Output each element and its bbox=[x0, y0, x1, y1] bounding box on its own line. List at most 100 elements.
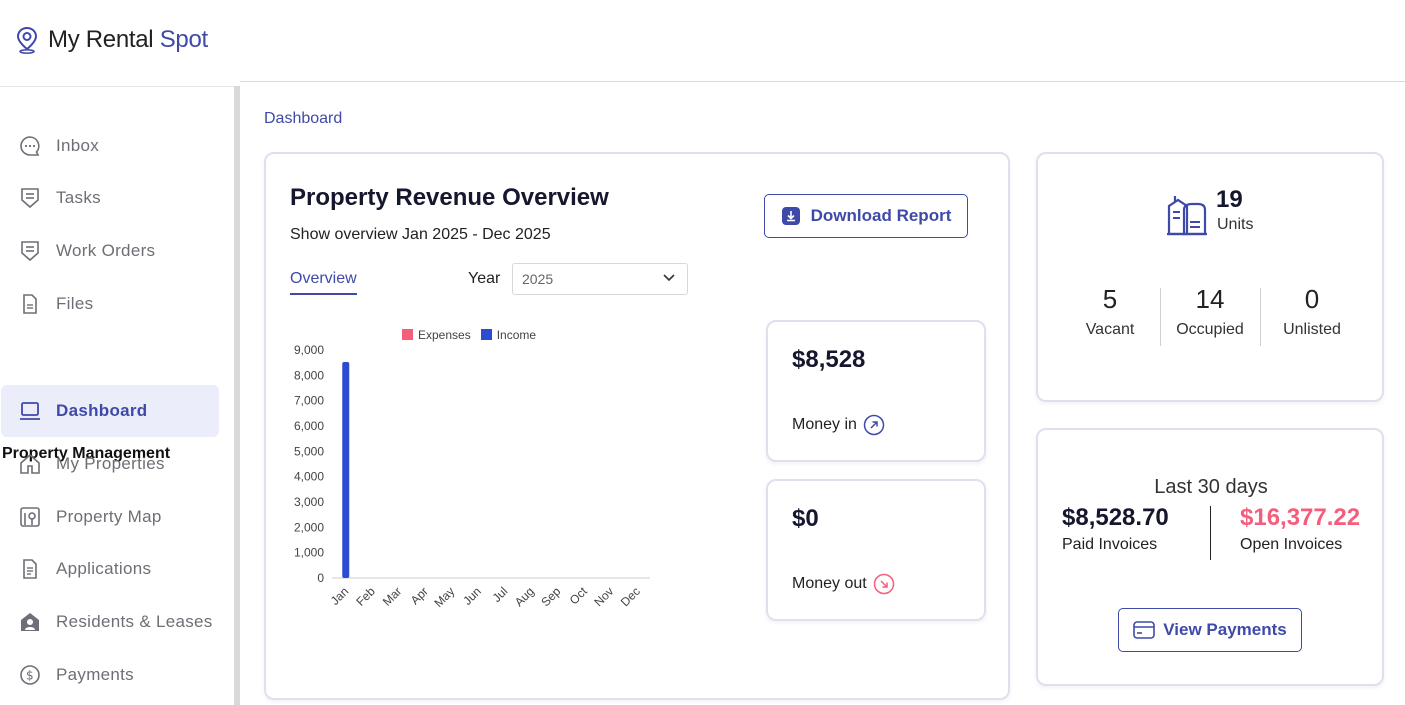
money-out-label: Money out bbox=[792, 575, 867, 592]
sidebar-item-applications[interactable]: Applications bbox=[1, 543, 219, 595]
sidebar-item-tasks[interactable]: Tasks bbox=[1, 172, 219, 224]
sidebar-item-label: Tasks bbox=[56, 188, 101, 207]
home-icon bbox=[20, 453, 40, 474]
x-tick-label: Feb bbox=[353, 584, 378, 609]
y-tick-label: 8,000 bbox=[294, 368, 324, 382]
x-tick-label: Nov bbox=[591, 584, 616, 609]
x-tick-label: Aug bbox=[512, 584, 537, 609]
sidebar-item-label: Property Map bbox=[56, 507, 162, 526]
revenue-title: Property Revenue Overview bbox=[290, 184, 609, 211]
sidebar-item-work-orders[interactable]: Work Orders bbox=[1, 225, 219, 277]
x-tick-label: Sep bbox=[538, 584, 563, 609]
stat-value: 0 bbox=[1304, 284, 1320, 314]
paid-invoices[interactable]: $8,528.70 Paid Invoices bbox=[1062, 504, 1169, 554]
sidebar-item-label: Work Orders bbox=[56, 241, 156, 260]
y-tick-label: 2,000 bbox=[294, 520, 324, 534]
sidebar-item-payments[interactable]: $ Payments bbox=[1, 649, 219, 701]
y-tick-label: 3,000 bbox=[294, 495, 324, 509]
payments-summary-card: Last 30 days $8,528.70 Paid Invoices $16… bbox=[1036, 428, 1384, 686]
header-divider bbox=[240, 81, 1405, 82]
y-tick-label: 9,000 bbox=[294, 343, 324, 357]
money-in-amount: $8,528 bbox=[792, 346, 866, 373]
x-tick-label: Jun bbox=[460, 584, 484, 608]
paid-invoices-label: Paid Invoices bbox=[1062, 536, 1158, 553]
stat-value: 5 bbox=[1102, 284, 1118, 314]
sidebar-item-dashboard[interactable]: Dashboard bbox=[1, 385, 219, 437]
money-out-row: Money out bbox=[792, 573, 895, 595]
payments-period-title: Last 30 days bbox=[1154, 476, 1268, 498]
breadcrumb[interactable]: Dashboard bbox=[264, 110, 342, 128]
download-report-button[interactable]: Download Report bbox=[764, 194, 968, 238]
sidebar-item-files[interactable]: Files bbox=[1, 278, 219, 330]
view-payments-button[interactable]: View Payments bbox=[1118, 608, 1302, 652]
arrow-down-right-icon bbox=[873, 573, 894, 595]
y-tick-label: 6,000 bbox=[294, 419, 324, 433]
y-tick-label: 4,000 bbox=[294, 470, 324, 484]
stat-label: Occupied bbox=[1176, 321, 1244, 338]
sidebar-item-my-properties[interactable]: My Properties bbox=[1, 438, 219, 490]
x-tick-label: Oct bbox=[567, 584, 591, 608]
chevron-down-icon bbox=[663, 274, 675, 282]
stat-value: 14 bbox=[1195, 284, 1225, 314]
sidebar-item-label: Dashboard bbox=[56, 401, 148, 420]
y-tick-label: 5,000 bbox=[294, 444, 324, 458]
brand-name: My Rental bbox=[48, 26, 154, 53]
file-icon bbox=[23, 294, 37, 314]
money-out-card: $0 Money out bbox=[766, 479, 986, 621]
money-in-label: Money in bbox=[792, 416, 857, 433]
stat-label: Vacant bbox=[1085, 321, 1135, 338]
units-label: Units bbox=[1217, 216, 1254, 233]
chart-plot: 0 1,000 2,000 3,000 4,000 5,000 6,000 7,000 8,00… bbox=[294, 343, 650, 610]
task-list-icon bbox=[21, 188, 39, 209]
year-select[interactable]: 2025 bbox=[512, 263, 688, 295]
open-invoices[interactable]: $16,377.22 Open Invoices bbox=[1240, 504, 1360, 554]
sidebar-item-property-map[interactable]: Property Map bbox=[1, 491, 219, 543]
download-report-label: Download Report bbox=[810, 206, 952, 225]
revenue-chart: Expenses Income 0 1,000 2,000 3,000 4,000 5,0… bbox=[274, 320, 674, 620]
sidebar-item-inbox[interactable]: Inbox bbox=[1, 120, 219, 172]
stat-vacant[interactable]: 5 Vacant bbox=[1060, 284, 1160, 339]
money-in-card: $8,528 Money in bbox=[766, 320, 986, 462]
map-icon bbox=[20, 507, 40, 527]
stat-divider bbox=[1260, 288, 1261, 346]
money-out-amount: $0 bbox=[792, 505, 819, 532]
arrow-up-right-icon bbox=[863, 414, 885, 436]
year-select-value: 2025 bbox=[522, 271, 554, 287]
units-card: 19 Units 5 Vacant 14 Occupied 0 Unlisted bbox=[1036, 152, 1384, 402]
view-payments-label: View Payments bbox=[1163, 620, 1287, 639]
x-tick-label: Jul bbox=[490, 584, 511, 605]
open-invoices-value: $16,377.22 bbox=[1240, 504, 1361, 531]
chart-bar-income-jan bbox=[342, 361, 350, 578]
sidebar-scrollbar[interactable] bbox=[234, 86, 240, 705]
sidebar-item-label: Inbox bbox=[56, 136, 100, 155]
dollar-coin-icon: $ bbox=[20, 665, 40, 685]
revenue-subtitle: Show overview Jan 2025 - Dec 2025 bbox=[290, 226, 551, 243]
x-tick-label: Apr bbox=[408, 584, 431, 607]
sidebar-item-residents-leases[interactable]: Residents & Leases bbox=[1, 596, 219, 648]
x-tick-label: Jan bbox=[328, 584, 352, 608]
clipboard-icon bbox=[21, 241, 39, 262]
x-tick-label: May bbox=[431, 584, 457, 610]
money-in-row: Money in bbox=[792, 414, 885, 436]
sidebar: Inbox Tasks Work Orders Files Property M… bbox=[0, 86, 234, 705]
y-tick-label: 0 bbox=[317, 571, 324, 585]
paid-invoices-value: $8,528.70 bbox=[1062, 504, 1169, 531]
sidebar-item-label: Payments bbox=[56, 665, 134, 684]
top-bar: My Rental Spot bbox=[0, 0, 1405, 82]
app-logo[interactable]: My Rental Spot bbox=[16, 26, 208, 54]
y-tick-label: 7,000 bbox=[294, 394, 324, 408]
stat-occupied[interactable]: 14 Occupied bbox=[1160, 284, 1260, 339]
sidebar-item-label: My Properties bbox=[56, 454, 165, 473]
year-label: Year bbox=[468, 270, 501, 287]
sidebar-item-label: Residents & Leases bbox=[56, 612, 213, 631]
y-tick-label: 1,000 bbox=[294, 546, 324, 560]
download-icon bbox=[781, 207, 800, 225]
tab-overview[interactable]: Overview bbox=[290, 270, 357, 295]
stat-label: Unlisted bbox=[1283, 321, 1341, 338]
stat-unlisted[interactable]: 0 Unlisted bbox=[1262, 284, 1362, 339]
x-tick-label: Dec bbox=[618, 584, 643, 609]
chat-bubble-icon bbox=[20, 136, 40, 156]
credit-card-icon bbox=[1133, 621, 1156, 639]
open-invoices-label: Open Invoices bbox=[1240, 536, 1343, 553]
units-count: 19 bbox=[1216, 186, 1243, 213]
